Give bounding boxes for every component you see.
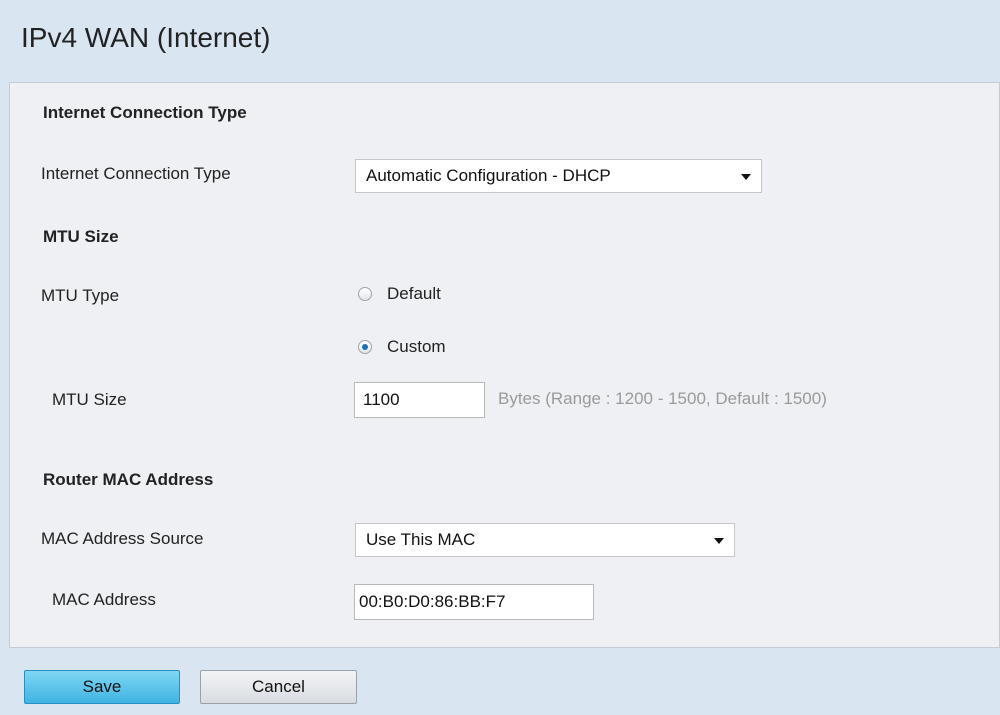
mtu-size-input[interactable]: [354, 382, 485, 418]
mtu-default-label: Default: [387, 284, 441, 303]
settings-panel: Internet Connection Type Internet Connec…: [9, 82, 1000, 648]
mac-source-value: Use This MAC: [366, 530, 476, 549]
connection-type-value: Automatic Configuration - DHCP: [366, 166, 611, 185]
mtu-default-radio[interactable]: Default: [358, 284, 441, 304]
connection-type-label: Internet Connection Type: [41, 164, 231, 183]
mac-address-input[interactable]: [354, 584, 594, 620]
mtu-size-label: MTU Size: [52, 390, 127, 409]
mtu-custom-radio[interactable]: Custom: [358, 337, 446, 357]
router-mac-heading: Router MAC Address: [43, 470, 214, 489]
mtu-type-label: MTU Type: [41, 286, 120, 305]
mac-source-label: MAC Address Source: [41, 529, 204, 548]
chevron-down-icon: [714, 538, 724, 544]
mtu-size-heading: MTU Size: [43, 227, 119, 246]
mtu-custom-label: Custom: [387, 337, 446, 356]
radio-checked-icon[interactable]: [358, 340, 372, 354]
wan-settings-page: IPv4 WAN (Internet) Internet Connection …: [0, 0, 1000, 715]
chevron-down-icon: [741, 174, 751, 180]
page-title: IPv4 WAN (Internet): [21, 22, 271, 53]
save-button[interactable]: Save: [24, 670, 180, 704]
mac-address-label: MAC Address: [52, 590, 156, 609]
cancel-button[interactable]: Cancel: [200, 670, 357, 704]
connection-type-select[interactable]: Automatic Configuration - DHCP: [355, 159, 762, 193]
connection-type-heading: Internet Connection Type: [43, 103, 247, 122]
mtu-size-hint: Bytes (Range : 1200 - 1500, Default : 15…: [498, 389, 827, 408]
mac-source-select[interactable]: Use This MAC: [355, 523, 735, 557]
radio-unchecked-icon[interactable]: [358, 287, 372, 301]
